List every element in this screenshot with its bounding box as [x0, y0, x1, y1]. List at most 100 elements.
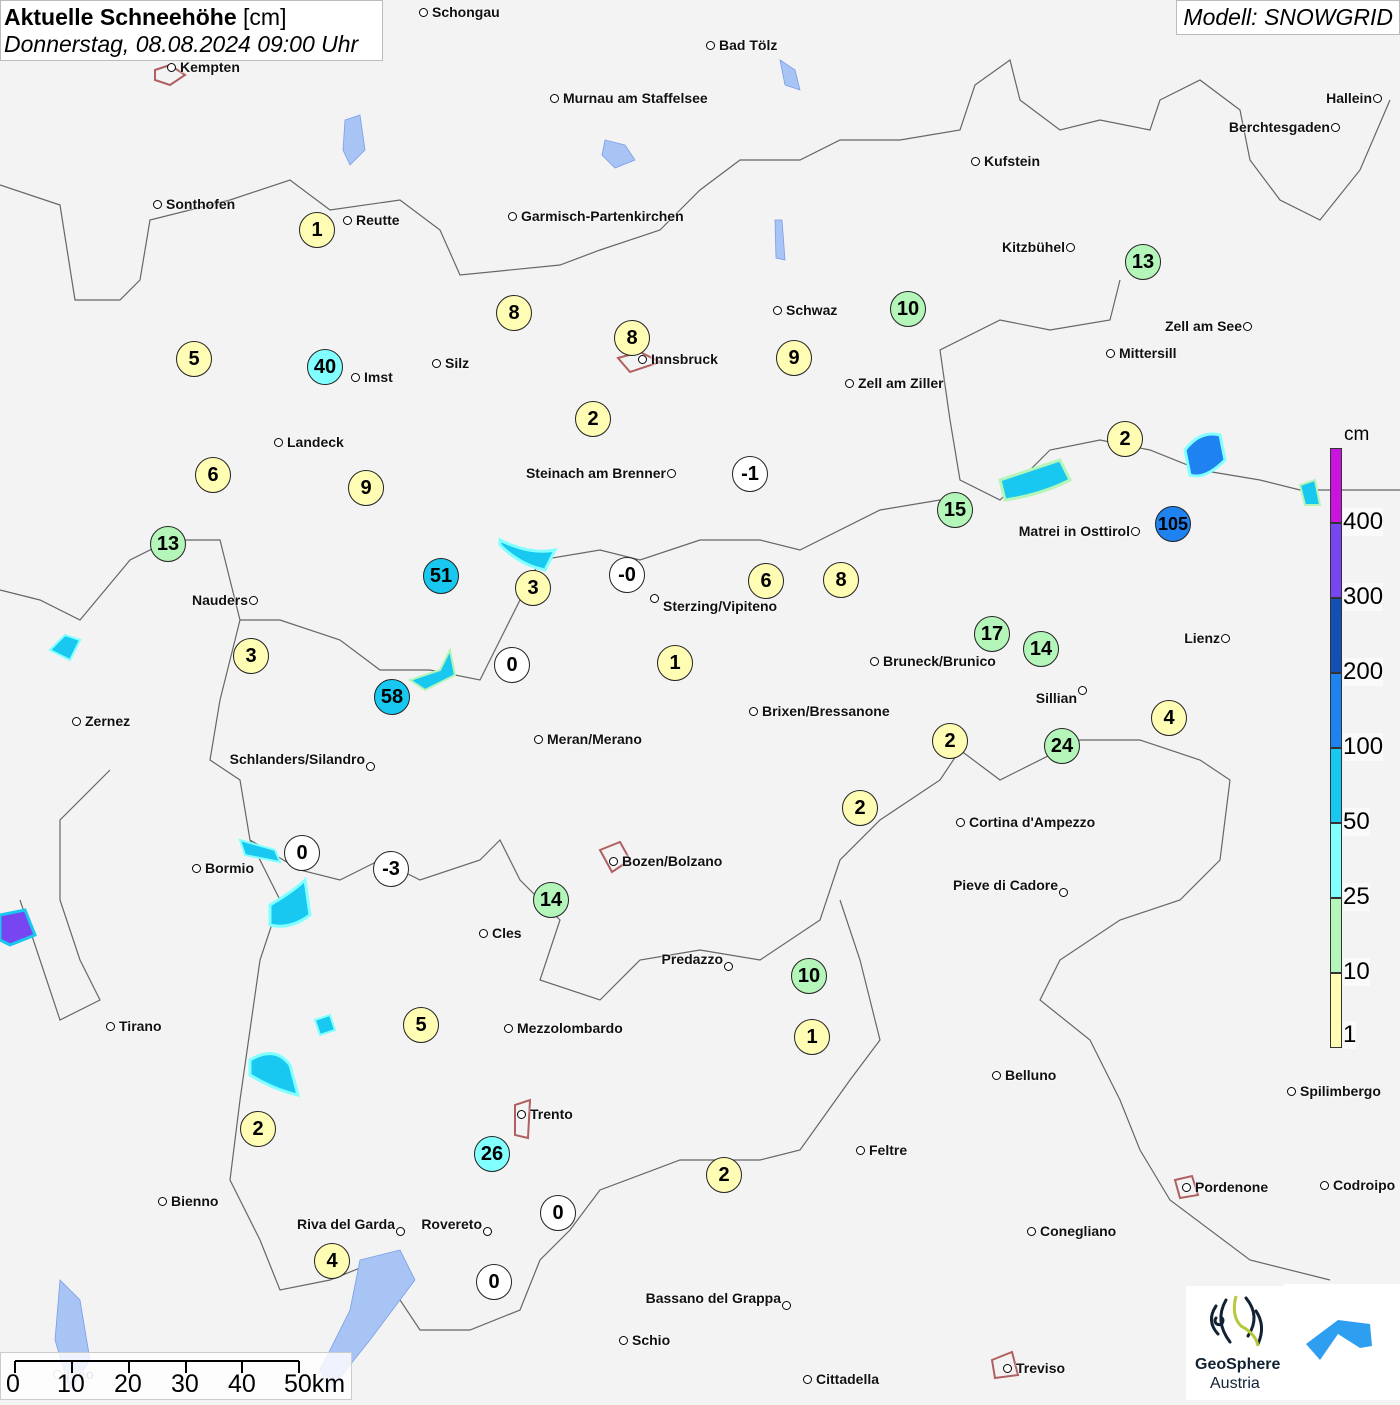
snow-depth-marker[interactable]: 1 — [299, 212, 335, 248]
snow-depth-marker[interactable]: 3 — [515, 570, 551, 606]
legend-swatch — [1330, 448, 1342, 523]
city-marker-icon — [153, 200, 162, 209]
snow-depth-marker[interactable]: 2 — [706, 1157, 742, 1193]
snow-depth-marker[interactable]: 14 — [1023, 631, 1059, 667]
city-marker-icon — [72, 717, 81, 726]
city-label: Schio — [632, 1332, 671, 1348]
city-label: Kempten — [180, 59, 240, 75]
city-marker-icon — [517, 1110, 526, 1119]
city-marker-icon — [508, 212, 517, 221]
city-marker-icon — [192, 864, 201, 873]
city-label: Cortina d'Ampezzo — [969, 814, 1096, 830]
snow-depth-marker[interactable]: 4 — [1151, 700, 1187, 736]
snow-depth-marker[interactable]: 1 — [794, 1019, 830, 1055]
snow-depth-marker[interactable]: 1 — [657, 645, 693, 681]
city-label: Zell am Ziller — [858, 375, 944, 391]
legend-swatch — [1330, 823, 1342, 898]
legend-swatch — [1330, 598, 1342, 673]
snow-depth-marker[interactable]: -1 — [732, 456, 768, 492]
city-label: Innsbruck — [651, 351, 718, 367]
snow-depth-marker[interactable]: 8 — [496, 295, 532, 331]
snow-depth-marker[interactable]: 10 — [791, 958, 827, 994]
city-marker-icon — [619, 1336, 628, 1345]
city-label: Garmisch-Partenkirchen — [521, 208, 684, 224]
title-unit: [cm] — [243, 4, 287, 30]
city-marker-icon — [667, 469, 676, 478]
snow-depth-marker[interactable]: 51 — [423, 558, 459, 594]
city-marker-icon — [1059, 888, 1068, 897]
legend-label: 50 — [1343, 808, 1370, 836]
city-marker-icon — [870, 657, 879, 666]
city-areas — [154, 63, 1200, 1380]
snow-depth-marker[interactable]: 13 — [150, 526, 186, 562]
city-marker-icon — [956, 818, 965, 827]
snow-depth-marker[interactable]: -0 — [609, 557, 645, 593]
snow-depth-marker[interactable]: 13 — [1125, 244, 1161, 280]
city-marker-icon — [1027, 1227, 1036, 1236]
snow-depth-marker[interactable]: 8 — [823, 562, 859, 598]
snow-depth-marker[interactable]: 0 — [476, 1264, 512, 1300]
city-marker-icon — [1221, 634, 1230, 643]
snow-depth-marker[interactable]: 5 — [403, 1007, 439, 1043]
snow-depth-marker[interactable]: 2 — [842, 790, 878, 826]
snow-depth-marker[interactable]: 40 — [307, 349, 343, 385]
city-label: Matrei in Osttirol — [1018, 523, 1130, 539]
city-marker-icon — [1320, 1181, 1329, 1190]
snow-depth-marker[interactable]: 3 — [233, 638, 269, 674]
snow-depth-marker[interactable]: 6 — [748, 563, 784, 599]
city-marker-icon — [1243, 322, 1252, 331]
city-label: Sterzing/Vipiteno — [663, 598, 778, 614]
snow-depth-marker[interactable]: 26 — [474, 1136, 510, 1172]
city-label: Predazzo — [661, 951, 723, 967]
snow-depth-marker[interactable]: 58 — [374, 679, 410, 715]
snow-depth-marker[interactable]: 2 — [575, 401, 611, 437]
city-marker-icon — [1106, 349, 1115, 358]
snow-depth-marker[interactable]: 2 — [1107, 421, 1143, 457]
city-label: Bozen/Bolzano — [622, 853, 723, 869]
snow-depth-marker[interactable]: 0 — [540, 1195, 576, 1231]
city-label: Zell am See — [1164, 318, 1242, 334]
scale-label: 50km — [284, 1370, 346, 1398]
city-marker-icon — [638, 355, 647, 364]
city-marker-icon — [396, 1227, 405, 1236]
legend-swatch — [1330, 973, 1342, 1048]
snow-depth-marker[interactable]: 15 — [937, 492, 973, 528]
snow-depth-marker[interactable]: 2 — [932, 723, 968, 759]
city-label: Conegliano — [1040, 1223, 1117, 1239]
city-marker-icon — [992, 1071, 1001, 1080]
city-label: Sonthofen — [166, 196, 236, 212]
city-marker-icon — [706, 41, 715, 50]
snowgrid-logo — [1284, 1284, 1400, 1400]
snow-depth-marker[interactable]: 14 — [533, 882, 569, 918]
city-marker-icon — [351, 373, 360, 382]
city-marker-icon — [106, 1022, 115, 1031]
color-legend — [1330, 448, 1342, 1048]
snow-depth-marker[interactable]: 8 — [614, 320, 650, 356]
model-label: Modell: SNOWGRID — [1176, 0, 1400, 35]
snow-depth-marker[interactable]: -3 — [373, 851, 409, 887]
city-label: Bormio — [205, 860, 254, 876]
legend-swatch — [1330, 673, 1342, 748]
snow-depth-marker[interactable]: 9 — [776, 340, 812, 376]
city-label: Bruneck/Brunico — [883, 653, 996, 669]
snow-depth-marker[interactable]: 0 — [494, 647, 530, 683]
snow-depth-marker[interactable]: 2 — [240, 1111, 276, 1147]
snow-depth-marker[interactable]: 0 — [284, 835, 320, 871]
city-label: Sillian — [1035, 690, 1077, 706]
city-label: Riva del Garda — [296, 1216, 395, 1232]
snow-depth-marker[interactable]: 6 — [195, 457, 231, 493]
scale-label: 30 — [171, 1370, 199, 1398]
snow-depth-marker[interactable]: 10 — [890, 291, 926, 327]
city-label: Belluno — [1005, 1067, 1057, 1083]
snow-depth-marker[interactable]: 5 — [176, 341, 212, 377]
snow-depth-marker[interactable]: 9 — [348, 470, 384, 506]
snow-depth-marker[interactable]: 105 — [1155, 506, 1191, 542]
snow-depth-marker[interactable]: 17 — [974, 616, 1010, 652]
city-marker-icon — [845, 379, 854, 388]
geosphere-subname: Austria — [1210, 1375, 1260, 1392]
snow-depth-marker[interactable]: 4 — [314, 1243, 350, 1279]
city-marker-icon — [343, 216, 352, 225]
city-marker-icon — [167, 63, 176, 72]
snow-depth-marker[interactable]: 24 — [1044, 728, 1080, 764]
scale-label: 0 — [6, 1370, 20, 1398]
